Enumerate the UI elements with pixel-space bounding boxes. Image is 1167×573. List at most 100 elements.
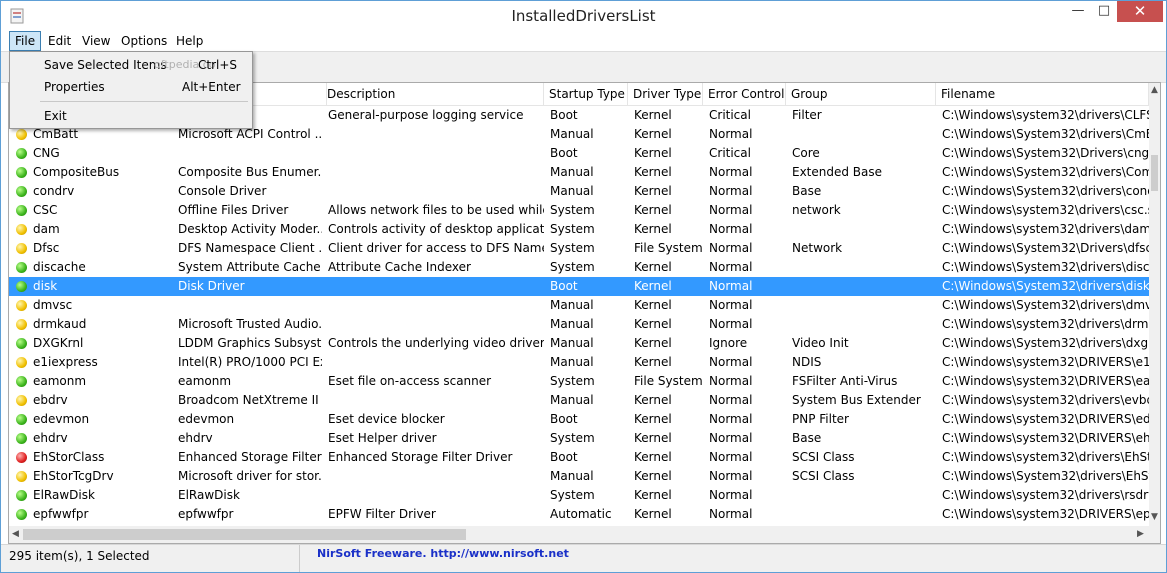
startup-type-cell: System xyxy=(550,222,595,236)
table-row[interactable]: ehdrv ehdrv Eset Helper driver System Kernel… xyxy=(9,429,1149,448)
drivers-list[interactable]: Description Startup Type Driver Type Err… xyxy=(8,82,1161,544)
driver-type-cell: Kernel xyxy=(634,507,672,521)
filename-cell: C:\Windows\system32\DRIVERS\edevr xyxy=(942,412,1149,426)
table-row[interactable]: epfwwfpr epfwwfpr EPFW Filter Driver Automa… xyxy=(9,505,1149,524)
startup-type-cell: Manual xyxy=(550,317,594,331)
error-control-cell: Normal xyxy=(709,450,753,464)
driver-name-cell: Dfsc xyxy=(33,241,60,255)
status-green-icon xyxy=(16,338,27,349)
driver-name-cell: DXGKrnl xyxy=(33,336,84,350)
filename-cell: C:\Windows\System32\drivers\EhStorT xyxy=(942,469,1149,483)
filename-cell: C:\Windows\system32\drivers\evbda.s xyxy=(942,393,1149,407)
table-row[interactable]: e1iexpress Intel(R) PRO/1000 PCI Ex... Man… xyxy=(9,353,1149,372)
startup-type-cell: System xyxy=(550,260,595,274)
horizontal-scrollbar[interactable]: ◀ ▶ xyxy=(9,526,1160,543)
column-error-control[interactable]: Error Control xyxy=(703,83,786,105)
menu-view[interactable]: View xyxy=(77,32,115,50)
error-control-cell: Ignore xyxy=(709,336,748,350)
group-cell xyxy=(792,125,936,144)
scroll-up-icon[interactable]: ▲ xyxy=(1151,85,1158,95)
error-control-cell: Normal xyxy=(709,222,753,236)
description-cell xyxy=(328,296,544,315)
table-row[interactable]: ebdrv Broadcom NetXtreme II ... Manual Kern… xyxy=(9,391,1149,410)
menu-help[interactable]: Help xyxy=(171,32,208,50)
menu-item-shortcut: Alt+Enter xyxy=(182,80,241,94)
group-cell: Base xyxy=(792,431,822,445)
table-row[interactable]: eamonm eamonm Eset file on-access scanner S… xyxy=(9,372,1149,391)
close-button[interactable]: ✕ xyxy=(1117,1,1163,22)
filename-cell: C:\Windows\system32\drivers\drmkau xyxy=(942,317,1149,331)
display-name-cell: Disk Driver xyxy=(178,279,245,293)
table-row[interactable]: EhStorClass Enhanced Storage Filter ... En… xyxy=(9,448,1149,467)
table-row[interactable]: ElRawDisk ElRawDisk System Kernel Normal C:\W… xyxy=(9,486,1149,505)
scroll-down-icon[interactable]: ▼ xyxy=(1151,512,1158,522)
group-cell: SCSI Class xyxy=(792,450,855,464)
table-row[interactable]: dam Desktop Activity Moder... Controls act… xyxy=(9,220,1149,239)
driver-name-cell: CompositeBus xyxy=(33,165,120,179)
menu-options[interactable]: Options xyxy=(116,32,172,50)
horizontal-scroll-thumb[interactable] xyxy=(23,529,466,540)
driver-name-cell: dmvsc xyxy=(33,298,73,312)
description-cell xyxy=(328,353,544,372)
startup-type-cell: Manual xyxy=(550,184,594,198)
table-row[interactable]: Dfsc DFS Namespace Client ... Client drive… xyxy=(9,239,1149,258)
menu-edit[interactable]: Edit xyxy=(43,32,76,50)
menu-file[interactable]: File xyxy=(9,31,42,51)
title-bar[interactable]: InstalledDriversList — □ ✕ xyxy=(1,1,1166,31)
description-cell: Controls activity of desktop applicatio.… xyxy=(328,222,544,236)
table-row[interactable]: CNG Boot Kernel Critical Core C:\Windows\Syst… xyxy=(9,144,1149,163)
table-row[interactable]: CompositeBus Composite Bus Enumer... Manua… xyxy=(9,163,1149,182)
column-description[interactable]: Description xyxy=(322,83,544,105)
filename-cell: C:\Windows\system32\DRIVERS\eamo xyxy=(942,374,1149,388)
table-row[interactable]: DXGKrnl LDDM Graphics Subsyst... Controls … xyxy=(9,334,1149,353)
table-row[interactable]: CSC Offline Files Driver Allows network fi… xyxy=(9,201,1149,220)
menu-item-label: Properties xyxy=(44,80,105,94)
group-cell: Network xyxy=(792,241,843,255)
table-row[interactable]: dmvsc Manual Kernel Normal C:\Windows\System… xyxy=(9,296,1149,315)
startup-type-cell: Manual xyxy=(550,393,594,407)
menu-item-save-selected[interactable]: Save Selected Items oftpedia.co Ctrl+S xyxy=(12,55,250,75)
display-name-cell: Intel(R) PRO/1000 PCI Ex... xyxy=(178,355,322,369)
scroll-left-icon[interactable]: ◀ xyxy=(12,529,19,539)
minimize-button[interactable]: — xyxy=(1065,1,1091,22)
column-driver-type[interactable]: Driver Type xyxy=(628,83,703,105)
filename-cell: C:\Windows\system32\DRIVERS\e1i63 xyxy=(942,355,1149,369)
table-row[interactable]: EhStorTcgDrv Microsoft driver for stor...… xyxy=(9,467,1149,486)
error-control-cell: Normal xyxy=(709,393,753,407)
error-control-cell: Normal xyxy=(709,355,753,369)
driver-name-cell: epfwwfpr xyxy=(33,507,89,521)
menu-item-exit[interactable]: Exit xyxy=(12,106,250,126)
group-cell xyxy=(792,505,936,524)
driver-type-cell: Kernel xyxy=(634,488,672,502)
column-startup-type[interactable]: Startup Type xyxy=(544,83,628,105)
group-cell: Video Init xyxy=(792,336,849,350)
startup-type-cell: Boot xyxy=(550,412,578,426)
filename-cell: C:\Windows\System32\Drivers\dfsc.sys xyxy=(942,241,1149,255)
table-row[interactable]: drmkaud Microsoft Trusted Audio... Manual K… xyxy=(9,315,1149,334)
table-row[interactable]: edevmon edevmon Eset device blocker Boot Ker… xyxy=(9,410,1149,429)
driver-name-cell: dam xyxy=(33,222,60,236)
nirsoft-link[interactable]: NirSoft Freeware. http://www.nirsoft.net xyxy=(317,545,569,569)
vertical-scrollbar[interactable]: ▲ ▼ xyxy=(1149,83,1160,526)
driver-type-cell: Kernel xyxy=(634,393,672,407)
table-row[interactable]: condrv Console Driver Manual Kernel Normal Ba… xyxy=(9,182,1149,201)
driver-type-cell: Kernel xyxy=(634,108,672,122)
column-filename[interactable]: Filename xyxy=(936,83,1149,105)
status-green-icon xyxy=(16,205,27,216)
group-cell xyxy=(792,277,936,296)
display-name-cell: Offline Files Driver xyxy=(178,203,289,217)
table-row[interactable]: discache System Attribute Cache Attribute … xyxy=(9,258,1149,277)
vertical-scroll-thumb[interactable] xyxy=(1151,155,1158,191)
driver-name-cell: EhStorClass xyxy=(33,450,105,464)
display-name-cell xyxy=(178,296,322,315)
maximize-button[interactable]: □ xyxy=(1091,1,1117,22)
description-cell: Attribute Cache Indexer xyxy=(328,260,471,274)
description-cell xyxy=(328,486,544,505)
menu-item-label: Save Selected Items xyxy=(44,58,167,72)
scroll-right-icon[interactable]: ▶ xyxy=(1137,529,1144,539)
column-group[interactable]: Group xyxy=(786,83,936,105)
menu-bar: File Edit View Options Help xyxy=(1,31,1166,51)
status-green-icon xyxy=(16,167,27,178)
menu-item-properties[interactable]: Properties Alt+Enter xyxy=(12,77,250,97)
table-row[interactable]: disk Disk Driver Boot Kernel Normal C:\Window… xyxy=(9,277,1149,296)
